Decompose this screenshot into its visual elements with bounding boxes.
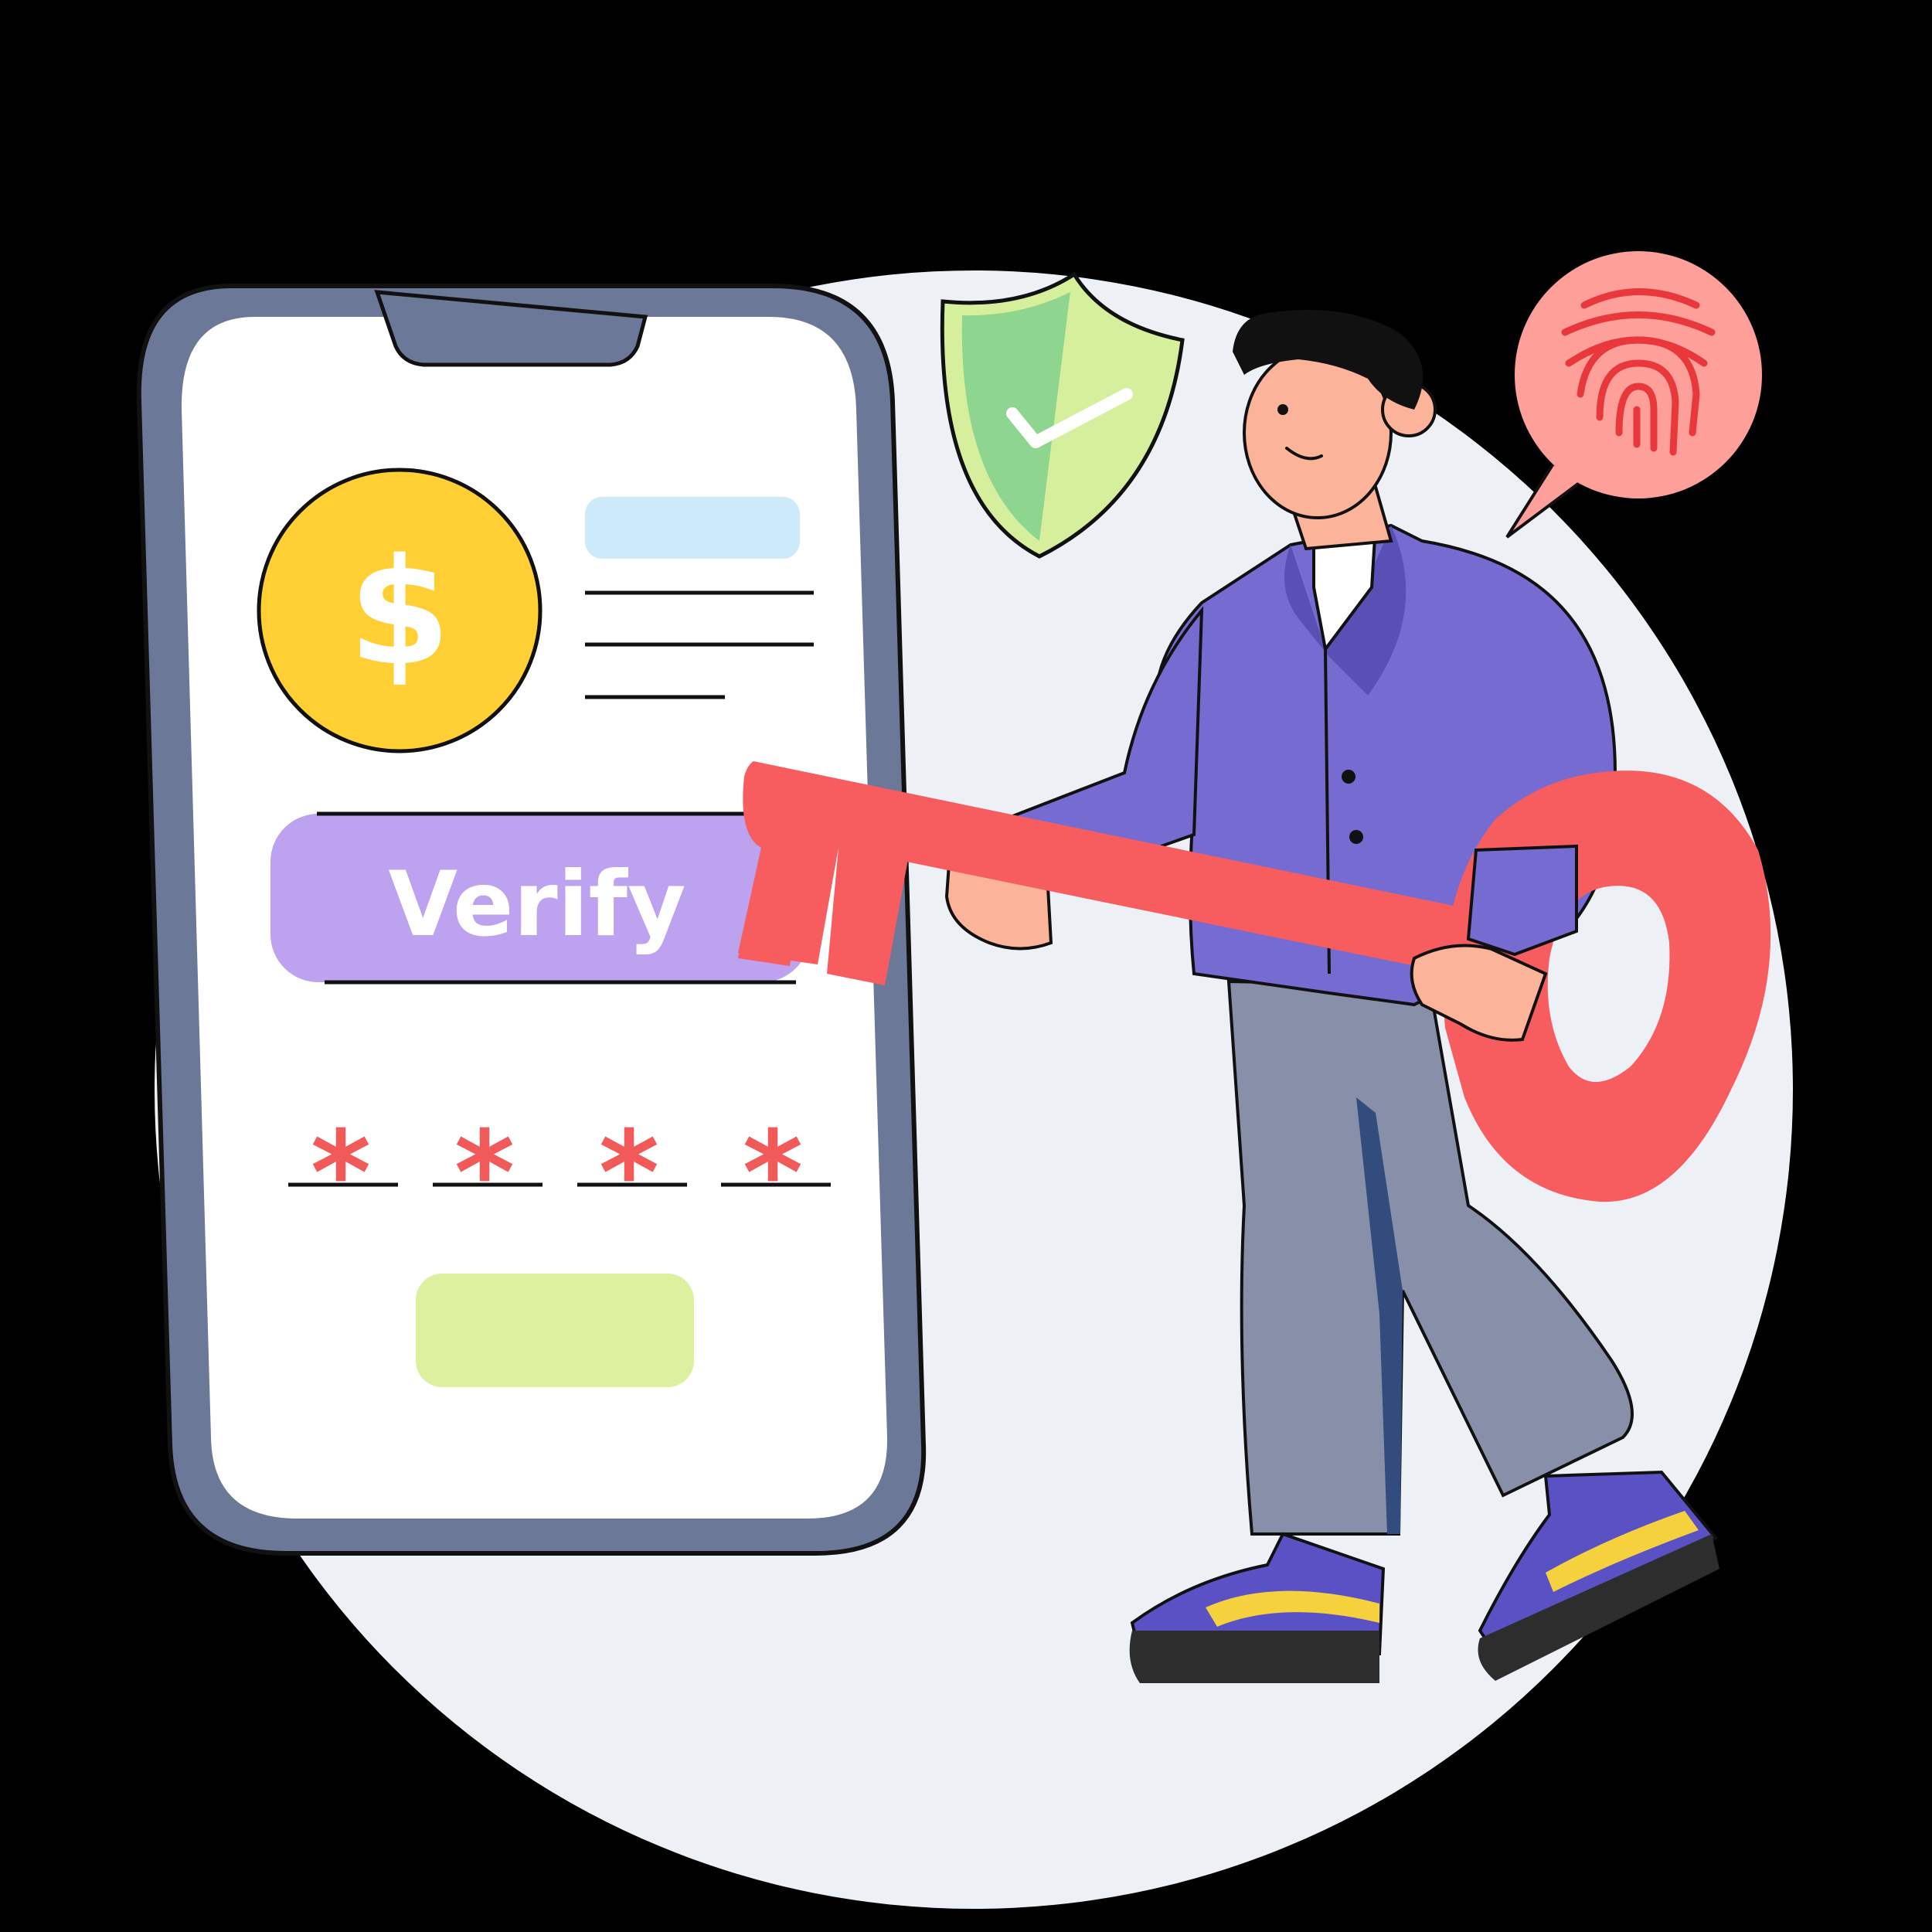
pin-digit-3: *: [599, 1107, 659, 1241]
coin-symbol: $: [349, 527, 451, 698]
pin-digit-2: *: [454, 1107, 515, 1241]
title-placeholder-bar: [585, 497, 800, 559]
jacket-button-2: [1349, 830, 1363, 844]
right-arm: [1466, 844, 1578, 957]
verify-label: Verify: [388, 852, 685, 957]
jacket-button-1: [1342, 770, 1355, 784]
dollar-coin-icon: $: [257, 468, 543, 753]
pin-digit-4: *: [743, 1107, 803, 1241]
fingerprint-icon: [1505, 251, 1762, 539]
pin-digit-1: *: [311, 1107, 371, 1241]
verify-button[interactable]: Verify: [270, 811, 810, 985]
verification-illustration: $ Verify * * * *: [136, 251, 1793, 1909]
submit-button[interactable]: [416, 1274, 694, 1387]
